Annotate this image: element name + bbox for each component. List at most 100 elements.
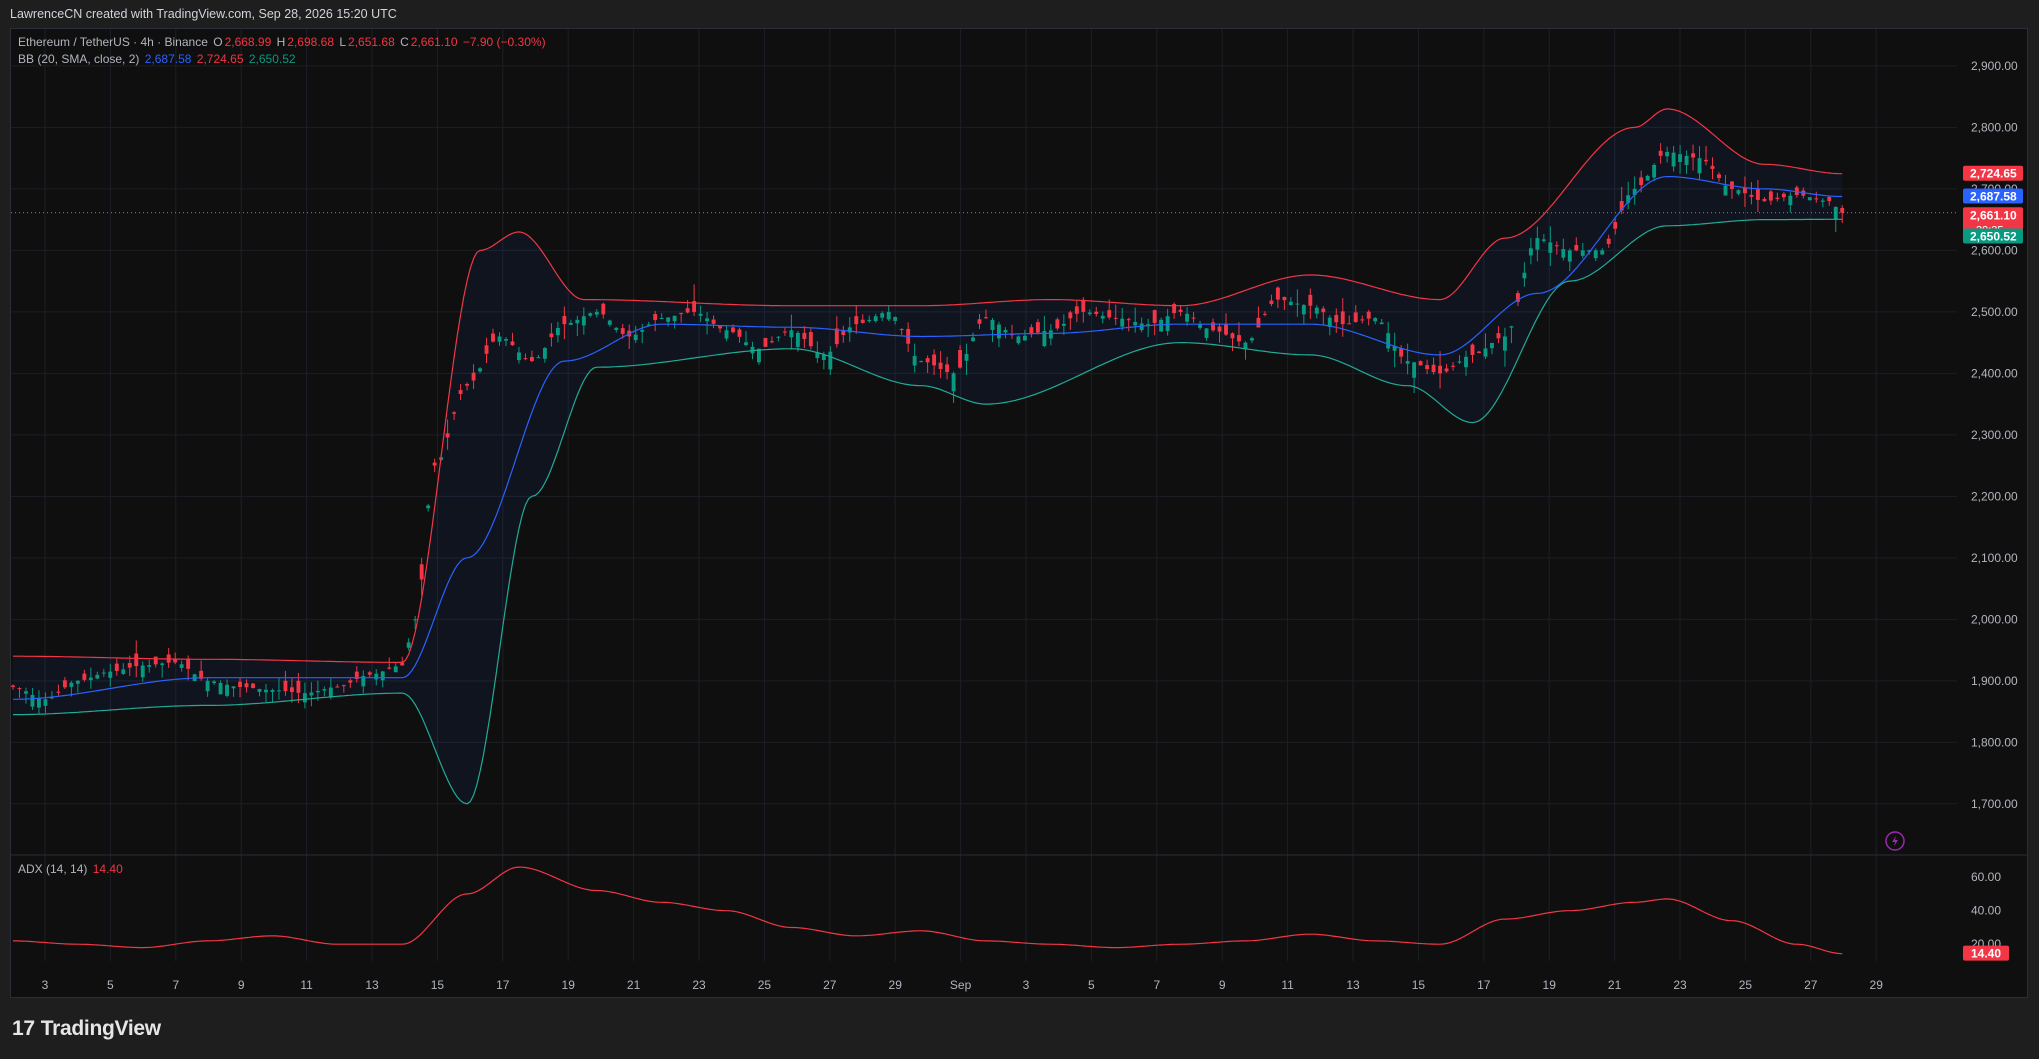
lower-tag: 2,650.52: [1963, 228, 2023, 244]
time-tick-label: 9: [238, 978, 245, 992]
time-tick-label: 3: [1023, 978, 1030, 992]
candle-body: [769, 341, 774, 343]
candle-body: [1081, 299, 1086, 312]
candle-body: [1457, 361, 1462, 363]
adx-axis[interactable]: 20.0040.0060.00: [1971, 870, 2001, 951]
time-tick-label: 27: [1804, 978, 1818, 992]
candle-body: [1405, 361, 1410, 364]
adx-legend[interactable]: ADX (14, 14) 14.40: [18, 862, 125, 876]
candle-body: [1554, 245, 1559, 247]
candle-body: [1295, 303, 1300, 305]
symbol-title: Ethereum / TetherUS · 4h · Binance: [18, 35, 208, 49]
candle-body: [478, 368, 482, 372]
bb-legend[interactable]: BB (20, SMA, close, 2) 2,687.58 2,724.65…: [18, 52, 298, 66]
adx-tag: 14.40: [1963, 945, 2009, 961]
candle-body: [1613, 222, 1618, 229]
adx-tick-label: 60.00: [1971, 870, 2001, 884]
candle-body: [666, 317, 671, 322]
candle-body: [1807, 197, 1812, 201]
candle-body: [264, 689, 268, 693]
candle-body: [971, 337, 975, 342]
candle-body: [964, 353, 969, 361]
candle-body: [958, 350, 962, 368]
price-tick-label: 1,800.00: [1971, 735, 2018, 749]
time-tick-label: 23: [1673, 978, 1687, 992]
candle-body: [1016, 336, 1021, 344]
time-axis[interactable]: 3 5 7 9 11 13 15 17 19 21 23 25 27 29 Sep 3 5 7 9 11 13 15 17 1…: [42, 978, 1884, 992]
candle-body: [1399, 348, 1404, 357]
candle-body: [348, 680, 353, 683]
candle-body: [938, 362, 943, 370]
candle-body: [763, 337, 768, 347]
time-tick-label: 17: [496, 978, 510, 992]
candle-body: [951, 373, 956, 392]
candle-body: [731, 327, 735, 333]
time-tick-label: 7: [172, 978, 179, 992]
chart-canvas[interactable]: 1,700.00 1,800.00 1,900.00 2,000.00 2,100.00…: [11, 29, 2027, 997]
candle-body: [1600, 250, 1605, 255]
candle-body: [1574, 244, 1579, 251]
candle-body: [62, 680, 67, 688]
candle-body: [283, 680, 288, 692]
candle-body: [873, 316, 878, 322]
candle-body: [1217, 326, 1222, 332]
candle-body: [315, 690, 320, 693]
candle-body: [231, 686, 236, 689]
candle-body: [633, 334, 638, 341]
time-tick-label: 19: [562, 978, 576, 992]
candle-body: [497, 336, 502, 342]
candle-body: [925, 358, 930, 363]
symbol-legend[interactable]: Ethereum / TetherUS · 4h · Binance O 2,66…: [18, 35, 548, 49]
candle-body: [1126, 319, 1131, 321]
candle-body: [1483, 348, 1488, 357]
candle-body: [1580, 250, 1585, 256]
candle-body: [380, 671, 385, 681]
candle-body: [1820, 200, 1825, 202]
lightning-icon[interactable]: [1885, 831, 1905, 851]
bb-upper-value: 2,724.65: [196, 52, 244, 66]
chart-frame[interactable]: 1,700.00 1,800.00 1,900.00 2,000.00 2,100.00…: [10, 28, 2028, 998]
time-tick-label: Sep: [950, 978, 972, 992]
candle-body: [101, 672, 106, 674]
candle-body: [1321, 308, 1326, 313]
candle-body: [1301, 305, 1306, 315]
candle-body: [11, 685, 15, 687]
time-tick-label: 25: [758, 978, 772, 992]
candle-body: [160, 663, 165, 665]
candle-body: [1490, 342, 1494, 349]
candle-body: [296, 680, 301, 693]
candle-body: [1035, 322, 1040, 333]
candle-body: [1275, 287, 1280, 300]
candle-body: [1639, 177, 1644, 186]
candle-body: [1347, 323, 1352, 325]
candle-body: [705, 318, 710, 322]
candle-body: [1165, 316, 1170, 332]
candle-body: [1477, 351, 1481, 353]
bb-lower-value: 2,650.52: [248, 52, 296, 66]
candle-body: [1185, 313, 1190, 322]
time-tick-label: 21: [1608, 978, 1622, 992]
candle-body: [1250, 338, 1254, 341]
candle-body: [1451, 365, 1455, 367]
candle-body: [1288, 301, 1293, 306]
time-tick-label: 11: [1281, 978, 1294, 992]
price-tick-label: 1,700.00: [1971, 797, 2018, 811]
candle-body: [244, 683, 249, 688]
candle-body: [1191, 317, 1196, 319]
candle-body: [452, 412, 457, 414]
candle-body: [990, 319, 995, 331]
candle-body: [1360, 319, 1365, 321]
price-tick-label: 2,200.00: [1971, 489, 2018, 503]
bb-label: BB (20, SMA, close, 2): [18, 52, 140, 66]
candle-body: [1003, 329, 1008, 333]
price-tick-label: 2,800.00: [1971, 120, 2018, 134]
close-value: 2,661.10: [410, 35, 458, 49]
candle-body: [153, 656, 158, 665]
candle-body: [1755, 189, 1760, 200]
candle-body: [1204, 328, 1209, 338]
candle-body: [419, 564, 424, 580]
tradingview-logo[interactable]: 17 TradingView: [12, 1017, 161, 1041]
candle-body: [95, 674, 100, 679]
upper-tag: 2,724.65: [1963, 165, 2023, 181]
candle-body: [1496, 333, 1501, 339]
